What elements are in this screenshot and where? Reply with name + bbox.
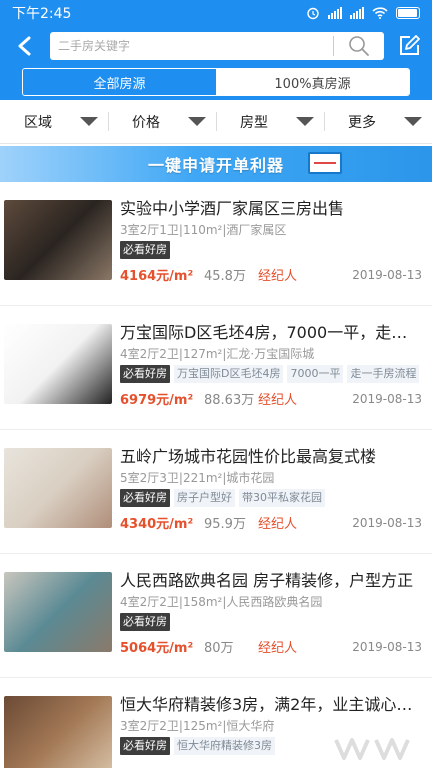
listing-info: 五岭广场城市花园性价比最高复式楼 5室2厅3卫|221m²|城市花园 必看好房房… [112, 446, 422, 553]
dropdown-arrow-icon [188, 117, 206, 126]
dropdown-arrow-icon [404, 117, 422, 126]
listing-meta: 3室2厅2卫|125m²|恒大华府 [120, 719, 275, 733]
battery-icon [396, 7, 420, 19]
status-time: 下午2:45 [12, 6, 72, 22]
listing-title: 恒大华府精装修3房，满2年，业主诚心出售 [120, 695, 422, 714]
search-input[interactable] [58, 39, 333, 53]
listing-tag: 必看好房 [120, 489, 170, 507]
listing-title: 人民西路欧典名园 房子精装修，户型方正 [120, 571, 414, 590]
listing-item[interactable]: 万宝国际D区毛坯4房，7000一平，走过路过不要错过 4室2厅2卫|127m²|… [0, 306, 432, 430]
search-icon[interactable] [334, 32, 384, 60]
listing-title: 实验中小学酒厂家属区三房出售 [120, 199, 345, 218]
listing-tag: 必看好房 [120, 365, 170, 383]
listing-tags: 必看好房 房子户型好 带30平私家花园 [120, 489, 422, 507]
alarm-icon [307, 7, 319, 20]
dropdown-arrow-icon [80, 117, 98, 126]
total-price: 88.63万 [204, 393, 255, 408]
listing-date: 2019-08-13 [352, 515, 422, 530]
listing-info: 实验中小学酒厂家属区三房出售 3室2厅1卫|110m²|酒厂家属区 必看好房 4… [112, 198, 422, 305]
wifi-icon [372, 7, 388, 19]
filter-region-label: 区域 [24, 114, 52, 131]
filter-layout[interactable]: 房型 [216, 100, 324, 143]
listing-photo [4, 572, 112, 652]
filter-price-label: 价格 [132, 114, 160, 131]
listing-tag: 必看好房 [120, 737, 170, 755]
listing-info: 万宝国际D区毛坯4房，7000一平，走过路过不要错过 4室2厅2卫|127m²|… [112, 322, 422, 429]
back-icon[interactable] [8, 30, 40, 62]
listing-photo [4, 200, 112, 280]
listing-meta: 4室2厅2卫|127m²|汇龙·万宝国际城 [120, 347, 315, 361]
monitor-icon [308, 152, 342, 174]
total-price: 45.8万 [204, 269, 246, 284]
listing-tag: 必看好房 [120, 241, 170, 259]
listing-tags: 必看好房 [120, 241, 422, 259]
listing-photo [4, 696, 112, 768]
tab-all-listings[interactable]: 全部房源 [23, 69, 216, 95]
listing-tags: 必看好房 [120, 613, 422, 631]
unit-price: 5064元/m² [120, 641, 194, 656]
listing-date: 2019-08-13 [352, 391, 422, 406]
total-price: 95.9万 [204, 517, 246, 532]
listing-tag: 恒大华府精装修3房 [174, 737, 275, 755]
listing-tag: 房子户型好 [174, 489, 235, 507]
listing-meta: 4室2厅2卫|158m²|人民西路欧典名园 [120, 595, 323, 609]
signal-icon [328, 7, 342, 19]
listing-meta: 5室2厅3卫|221m²|城市花园 [120, 471, 275, 485]
listing-tags: 必看好房 万宝国际D区毛坯4房 7000一平 走一手房流程 [120, 365, 422, 383]
status-icons [306, 6, 420, 20]
listing-tag: 带30平私家花园 [239, 489, 325, 507]
edit-icon[interactable] [394, 31, 424, 61]
listing-tag: 万宝国际D区毛坯4房 [174, 365, 284, 383]
listing-info: 人民西路欧典名园 房子精装修，户型方正 4室2厅2卫|158m²|人民西路欧典名… [112, 570, 422, 677]
search-box [50, 32, 384, 60]
listing-date: 2019-08-13 [352, 639, 422, 654]
dropdown-arrow-icon [296, 117, 314, 126]
filter-more[interactable]: 更多 [324, 100, 432, 143]
listing-date: 2019-08-13 [352, 267, 422, 282]
source-tabs-wrap: 全部房源 100%真房源 [0, 66, 432, 100]
listing-price-row: 6979元/m² 88.63万 经纪人 2019-08-13 [120, 389, 422, 409]
nav-bar [0, 26, 432, 66]
watermark-logo [334, 738, 410, 760]
listing-photo [4, 448, 112, 528]
source-tabs: 全部房源 100%真房源 [22, 68, 410, 96]
listing-tag: 必看好房 [120, 613, 170, 631]
unit-price: 4164元/m² [120, 269, 194, 284]
listing-item[interactable]: 人民西路欧典名园 房子精装修，户型方正 4室2厅2卫|158m²|人民西路欧典名… [0, 554, 432, 678]
listing-meta: 3室2厅1卫|110m²|酒厂家属区 [120, 223, 287, 237]
listing-tag: 7000一平 [287, 365, 344, 383]
listing-item[interactable]: 实验中小学酒厂家属区三房出售 3室2厅1卫|110m²|酒厂家属区 必看好房 4… [0, 182, 432, 306]
listing-title: 万宝国际D区毛坯4房，7000一平，走过路过不要错过 [120, 323, 422, 342]
signal-icon-2 [350, 7, 364, 19]
listing-price-row: 4164元/m² 45.8万 经纪人 2019-08-13 [120, 265, 422, 285]
listing-photo [4, 324, 112, 404]
banner-text: 一键申请开单利器 [147, 156, 284, 175]
agent-label[interactable]: 经纪人 [258, 513, 352, 532]
listing-title: 五岭广场城市花园性价比最高复式楼 [120, 447, 377, 466]
tab-verified-listings[interactable]: 100%真房源 [216, 69, 409, 95]
listing-item[interactable]: 五岭广场城市花园性价比最高复式楼 5室2厅3卫|221m²|城市花园 必看好房房… [0, 430, 432, 554]
filter-price[interactable]: 价格 [108, 100, 216, 143]
filter-more-label: 更多 [348, 114, 376, 131]
listing-tag: 走一手房流程 [347, 365, 420, 383]
listing-list: 实验中小学酒厂家属区三房出售 3室2厅1卫|110m²|酒厂家属区 必看好房 4… [0, 182, 432, 768]
promo-banner[interactable]: 一键申请开单利器 [0, 146, 432, 182]
listing-price-row: 4340元/m² 95.9万 经纪人 2019-08-13 [120, 513, 422, 533]
listing-price-row: 5064元/m² 80万 经纪人 2019-08-13 [120, 637, 422, 657]
unit-price: 4340元/m² [120, 517, 194, 532]
status-bar: 下午2:45 [0, 0, 432, 26]
total-price: 80万 [204, 641, 234, 656]
agent-label[interactable]: 经纪人 [258, 389, 352, 408]
agent-label[interactable]: 经纪人 [258, 637, 352, 656]
agent-label[interactable]: 经纪人 [258, 265, 352, 284]
unit-price: 6979元/m² [120, 393, 194, 408]
filter-layout-label: 房型 [240, 114, 268, 131]
filter-bar: 区域 价格 房型 更多 [0, 100, 432, 144]
filter-region[interactable]: 区域 [0, 100, 108, 143]
